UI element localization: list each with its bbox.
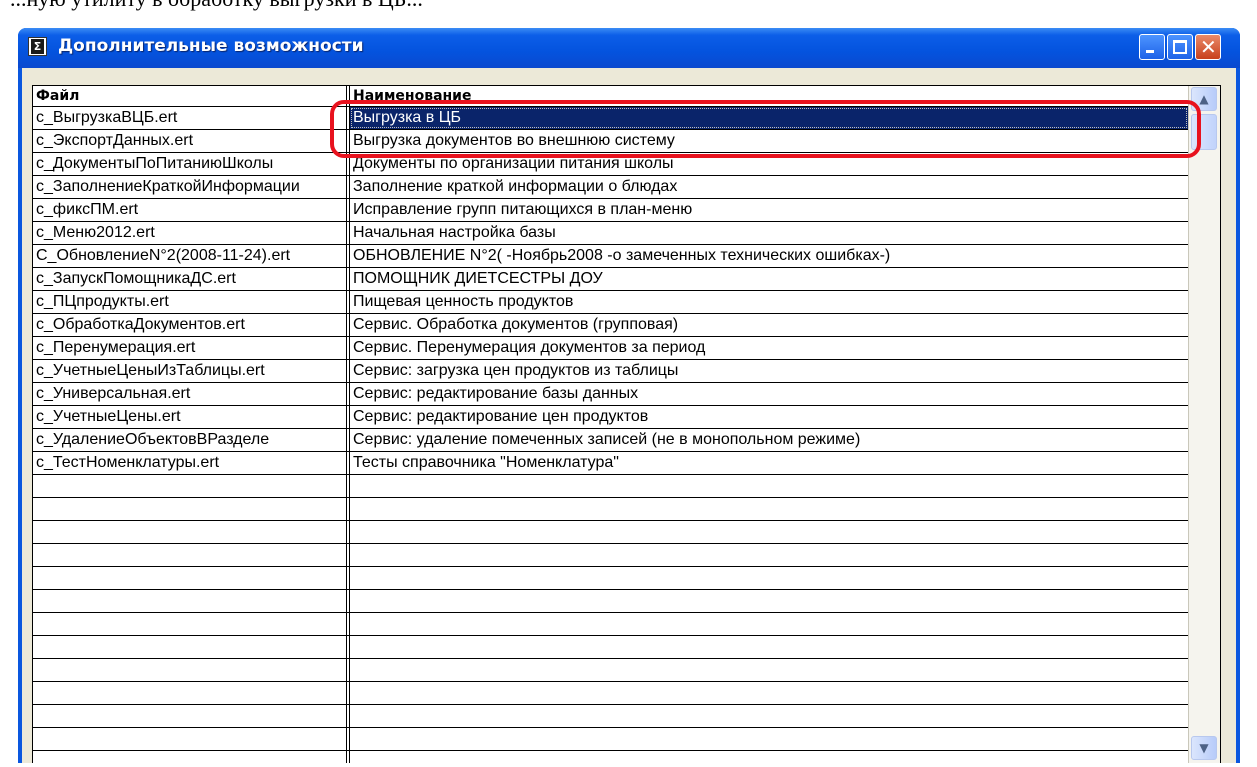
file-cell[interactable]: c_ЭкспортДанных.ert [33,130,346,152]
table-row[interactable]: c_ТестНоменклатуры.ert Тесты справочника … [33,452,1188,475]
file-cell[interactable] [33,590,346,612]
name-cell[interactable] [350,544,1188,566]
name-cell[interactable] [350,659,1188,681]
name-cell[interactable] [350,567,1188,589]
name-cell[interactable]: Заполнение краткой информации о блюдах [350,176,1188,198]
file-cell[interactable] [33,751,346,763]
name-cell[interactable] [350,636,1188,658]
file-cell[interactable]: c_УдалениеОбъектовВРазделе [33,429,346,451]
minimize-icon [1146,50,1154,53]
table-row[interactable]: c_ЗапускПомощникаДС.ert ПОМОЩНИК ДИЕТСЕСТ… [33,268,1188,291]
name-cell[interactable]: ОБНОВЛЕНИЕ N°2( -Ноябрь2008 -о замеченны… [350,245,1188,267]
name-cell[interactable] [350,751,1188,763]
name-cell[interactable]: Сервис: редактирование цен продуктов [350,406,1188,428]
file-cell[interactable]: c_ОбработкаДокументов.ert [33,314,346,336]
table-row[interactable] [33,590,1188,613]
file-cell[interactable]: c_ЗаполнениеКраткойИнформации [33,176,346,198]
scroll-down-icon[interactable]: ▼ [1191,736,1217,760]
file-cell[interactable]: c_ЗапускПомощникаДС.ert [33,268,346,290]
file-cell[interactable] [33,498,346,520]
file-cell[interactable] [33,475,346,497]
table-row[interactable]: C_ОбновлениеN°2(2008-11-24).ert ОБНОВЛЕНИ… [33,245,1188,268]
minimize-button[interactable] [1139,34,1165,60]
name-cell[interactable]: ПОМОЩНИК ДИЕТСЕСТРЫ ДОУ [350,268,1188,290]
file-cell[interactable]: c_ПЦпродукты.ert [33,291,346,313]
name-cell[interactable] [350,590,1188,612]
table-row[interactable] [33,659,1188,682]
name-cell[interactable] [350,521,1188,543]
window-title: Дополнительные возможности [58,36,364,56]
name-cell[interactable]: Сервис. Перенумерация документов за пери… [350,337,1188,359]
dialog-client-area: Файл Наименование c_ВыгрузкаВЦБ.ert Выгру… [22,68,1236,763]
name-cell[interactable] [350,475,1188,497]
file-cell[interactable]: c_ДокументыПоПитаниюШколы [33,153,346,175]
table-row[interactable]: c_УдалениеОбъектовВРазделе Сервис: удален… [33,429,1188,452]
name-cell[interactable]: Начальная настройка базы [350,222,1188,244]
file-cell[interactable] [33,567,346,589]
name-cell[interactable] [350,705,1188,727]
file-cell[interactable]: c_Перенумерация.ert [33,337,346,359]
name-cell[interactable] [350,613,1188,635]
column-divider [346,86,347,763]
table-row[interactable]: c_ПЦпродукты.ert Пищевая ценность продукт… [33,291,1188,314]
file-cell[interactable]: c_ТестНоменклатуры.ert [33,452,346,474]
vertical-scrollbar[interactable]: ▲ ▼ [1188,86,1220,763]
file-cell[interactable]: C_ОбновлениеN°2(2008-11-24).ert [33,245,346,267]
file-cell[interactable]: c_фиксПМ.ert [33,199,346,221]
name-cell[interactable]: Сервис: редактирование базы данных [350,383,1188,405]
table-row[interactable] [33,498,1188,521]
sigma-icon: Σ [28,37,47,56]
table-row[interactable]: c_ОбработкаДокументов.ert Сервис. Обработ… [33,314,1188,337]
table-row[interactable] [33,751,1188,763]
table-row[interactable]: c_Меню2012.ert Начальная настройка базы [33,222,1188,245]
file-cell[interactable]: c_Меню2012.ert [33,222,346,244]
file-cell[interactable]: c_УчетныеЦеныИзТаблицы.ert [33,360,346,382]
table-row[interactable]: c_Перенумерация.ert Сервис. Перенумерация… [33,337,1188,360]
name-cell[interactable]: Сервис. Обработка документов (групповая) [350,314,1188,336]
file-cell[interactable]: c_УчетныеЦены.ert [33,406,346,428]
background-document-text: ...ную утилиту в обработку выгрузки в ЦБ… [10,0,423,12]
name-cell[interactable] [350,682,1188,704]
column-header-file[interactable]: Файл [33,86,79,106]
file-cell[interactable]: c_Универсальная.ert [33,383,346,405]
table-row[interactable]: c_ЗаполнениеКраткойИнформации Заполнение … [33,176,1188,199]
column-divider [349,86,350,763]
table-row[interactable] [33,682,1188,705]
name-cell[interactable] [350,728,1188,750]
file-table[interactable]: Файл Наименование c_ВыгрузкаВЦБ.ert Выгру… [32,85,1221,763]
close-button[interactable]: ✕ [1195,34,1221,60]
name-cell[interactable]: Исправление групп питающихся в план-меню [350,199,1188,221]
table-row[interactable] [33,636,1188,659]
name-cell[interactable]: Сервис: удаление помеченных записей (не … [350,429,1188,451]
maximize-button[interactable] [1167,34,1193,60]
table-row[interactable] [33,728,1188,751]
close-icon: ✕ [1200,35,1217,59]
name-cell[interactable]: Пищевая ценность продуктов [350,291,1188,313]
name-cell[interactable]: Сервис: загрузка цен продуктов из таблиц… [350,360,1188,382]
file-cell[interactable]: c_ВыгрузкаВЦБ.ert [33,107,346,129]
file-cell[interactable] [33,613,346,635]
table-row[interactable] [33,613,1188,636]
title-bar[interactable]: Σ Дополнительные возможности ✕ [18,28,1240,68]
file-cell[interactable] [33,636,346,658]
maximize-icon [1173,40,1187,54]
file-cell[interactable] [33,521,346,543]
table-row[interactable] [33,475,1188,498]
file-cell[interactable] [33,659,346,681]
table-row[interactable]: c_УчетныеЦеныИзТаблицы.ert Сервис: загруз… [33,360,1188,383]
table-row[interactable] [33,521,1188,544]
table-row[interactable]: c_УчетныеЦены.ert Сервис: редактирование … [33,406,1188,429]
table-row[interactable]: c_Универсальная.ert Сервис: редактировани… [33,383,1188,406]
table-row[interactable] [33,544,1188,567]
file-cell[interactable] [33,544,346,566]
red-highlight-annotation [330,100,1201,158]
name-cell[interactable] [350,498,1188,520]
file-cell[interactable] [33,682,346,704]
file-cell[interactable] [33,728,346,750]
table-row[interactable] [33,567,1188,590]
table-row[interactable] [33,705,1188,728]
table-row[interactable]: c_фиксПМ.ert Исправление групп питающихся… [33,199,1188,222]
name-cell[interactable]: Тесты справочника "Номенклатура" [350,452,1188,474]
file-cell[interactable] [33,705,346,727]
